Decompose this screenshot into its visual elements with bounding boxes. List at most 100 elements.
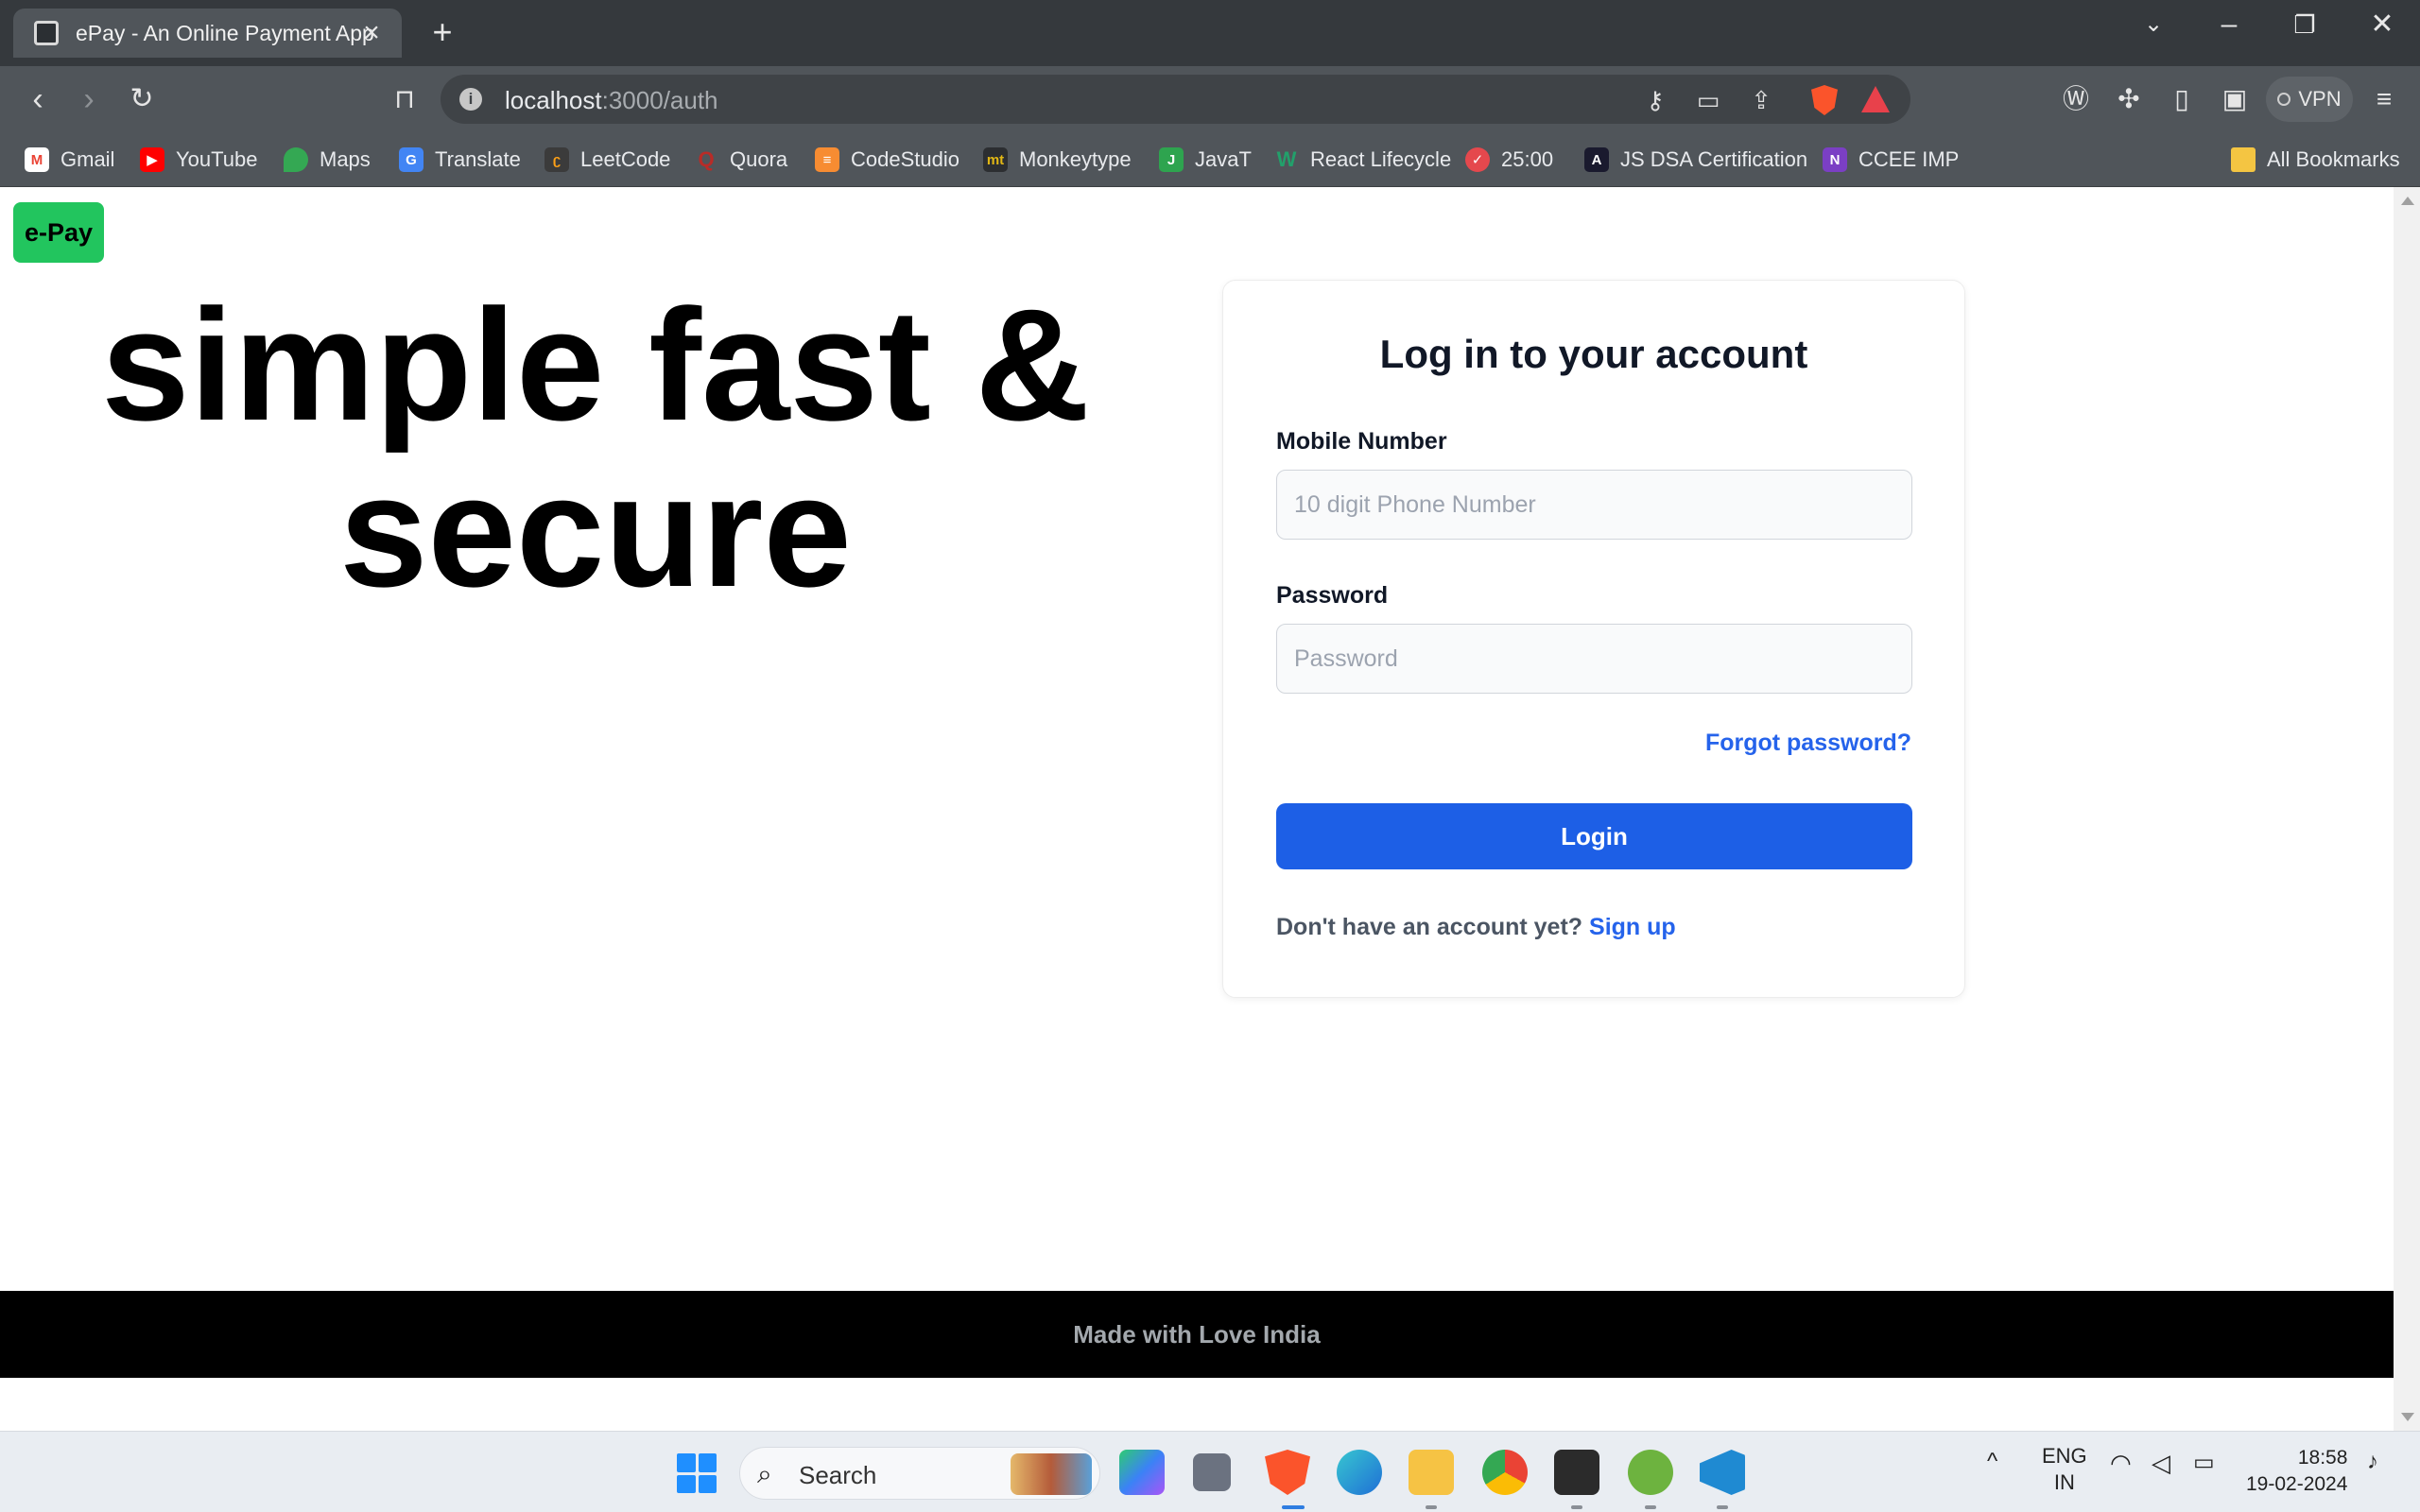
reload-icon[interactable]: ↻ bbox=[123, 82, 161, 116]
browser-toolbar: ‹ › ↻ ⊓ i localhost:3000/auth ⚷ ▭ ⇪ Ⓦ ✣ … bbox=[0, 66, 2420, 132]
bookmark-js-dsa[interactable]: A JS DSA Certification bbox=[1584, 144, 1807, 176]
bookmark-page-icon[interactable]: ⊓ bbox=[386, 82, 424, 116]
no-account-text: Don't have an account yet? bbox=[1276, 914, 1583, 940]
spring-tool-icon[interactable] bbox=[1628, 1450, 1673, 1495]
brave-browser-icon[interactable] bbox=[1265, 1450, 1310, 1495]
quora-icon: Q bbox=[698, 147, 715, 171]
vscode-running-indicator bbox=[1717, 1505, 1728, 1509]
windows-start-icon[interactable] bbox=[677, 1453, 717, 1493]
close-window-button[interactable]: ✕ bbox=[2354, 6, 2411, 43]
vpn-button[interactable]: VPN bbox=[2266, 77, 2353, 122]
bookmark-react-lifecycle[interactable]: W React Lifecycle bbox=[1274, 144, 1452, 176]
hero-line-2: secure bbox=[339, 442, 852, 620]
spring-running-indicator bbox=[1645, 1505, 1656, 1509]
bookmark-youtube[interactable]: ▶ YouTube bbox=[140, 144, 257, 176]
menu-hamburger-icon[interactable]: ≡ bbox=[2365, 82, 2403, 116]
bookmark-monkeytype[interactable]: mt Monkeytype bbox=[983, 144, 1132, 176]
hero-tagline: simple fast & secure bbox=[57, 282, 1134, 614]
taskbar-clock[interactable]: 18:58 19-02-2024 bbox=[2246, 1445, 2347, 1498]
gmail-icon: M bbox=[25, 147, 49, 172]
battery-icon[interactable]: ▭ bbox=[2193, 1449, 2215, 1476]
codestudio-icon: ≡ bbox=[815, 147, 839, 172]
language-code: ENG bbox=[2042, 1444, 2087, 1468]
address-bar[interactable]: i localhost:3000/auth ⚷ ▭ ⇪ bbox=[441, 75, 1910, 124]
page-viewport: e-Pay simple fast & secure Log in to you… bbox=[0, 187, 2394, 1431]
bookmark-quora[interactable]: Q Quora bbox=[694, 144, 787, 176]
bookmark-ccee-imp[interactable]: N CCEE IMP bbox=[1823, 144, 1959, 176]
signup-prompt: Don't have an account yet? Sign up bbox=[1276, 914, 1676, 941]
password-label: Password bbox=[1276, 582, 1389, 609]
search-icon: ⌕ bbox=[757, 1459, 772, 1488]
tab-title: ePay - An Online Payment App bbox=[76, 20, 374, 45]
login-card: Log in to your account Mobile Number Pas… bbox=[1222, 280, 1965, 998]
browser-tab-active[interactable]: ePay - An Online Payment App × bbox=[13, 9, 402, 58]
back-arrow-icon[interactable]: ‹ bbox=[19, 82, 57, 116]
brave-wallet-icon[interactable]: ▣ bbox=[2216, 82, 2254, 116]
login-button[interactable]: Login bbox=[1276, 803, 1912, 869]
monkeytype-icon: mt bbox=[983, 147, 1008, 172]
extensions-puzzle-icon[interactable]: ✣ bbox=[2110, 82, 2148, 116]
volume-icon[interactable]: ◁ bbox=[2152, 1449, 2170, 1478]
onenote-icon: N bbox=[1823, 147, 1847, 172]
folder-icon bbox=[2231, 147, 2256, 172]
hero-line-1: simple fast & bbox=[101, 276, 1090, 454]
copilot-icon[interactable] bbox=[1119, 1450, 1165, 1495]
signup-link[interactable]: Sign up bbox=[1589, 914, 1676, 940]
epay-logo[interactable]: e-Pay bbox=[13, 202, 104, 263]
show-hidden-icons-chevron-icon[interactable]: ^ bbox=[1987, 1449, 1997, 1475]
forward-arrow-icon[interactable]: › bbox=[70, 82, 108, 116]
site-info-icon[interactable]: i bbox=[459, 88, 482, 111]
translate-icon: G bbox=[399, 147, 424, 172]
wifi-icon[interactable]: ◠ bbox=[2110, 1449, 2132, 1478]
page-scrollbar[interactable] bbox=[2394, 187, 2420, 1431]
page-favicon-icon bbox=[34, 21, 59, 45]
brave-rewards-icon[interactable] bbox=[1861, 86, 1890, 112]
close-tab-icon[interactable]: × bbox=[354, 16, 389, 50]
share-icon[interactable]: ⇪ bbox=[1747, 86, 1775, 114]
pomodoro-check-icon: ✓ bbox=[1465, 147, 1490, 172]
vscode-icon[interactable] bbox=[1700, 1450, 1745, 1495]
all-bookmarks-button[interactable]: All Bookmarks bbox=[2231, 144, 2400, 176]
bookmark-translate[interactable]: G Translate bbox=[399, 144, 521, 176]
password-input[interactable] bbox=[1276, 624, 1912, 694]
terminal-running-indicator bbox=[1571, 1505, 1582, 1509]
bookmark-leetcode[interactable]: ʗ LeetCode bbox=[544, 144, 670, 176]
chrome-browser-icon[interactable] bbox=[1482, 1450, 1528, 1495]
wallet-extension-icon[interactable]: Ⓦ bbox=[2057, 82, 2095, 116]
bookmark-timer[interactable]: ✓ 25:00 bbox=[1465, 144, 1553, 176]
terminal-icon[interactable] bbox=[1554, 1450, 1599, 1495]
windows-taskbar: ⌕ Search ^ ENG IN ◠ ◁ ▭ 18:58 19-02-2024… bbox=[0, 1431, 2420, 1512]
notification-bell-icon[interactable]: ♪ bbox=[2367, 1449, 2378, 1475]
scroll-up-icon[interactable] bbox=[2401, 197, 2414, 205]
file-explorer-icon[interactable] bbox=[1409, 1450, 1454, 1495]
mobile-number-input[interactable] bbox=[1276, 470, 1912, 540]
task-view-icon[interactable] bbox=[1193, 1453, 1231, 1491]
password-key-icon[interactable]: ⚷ bbox=[1641, 86, 1669, 114]
language-indicator[interactable]: ENG IN bbox=[2042, 1443, 2087, 1496]
leetcode-icon: ʗ bbox=[544, 147, 569, 172]
page-footer: Made with Love India bbox=[0, 1291, 2394, 1378]
edge-browser-icon[interactable] bbox=[1337, 1450, 1382, 1495]
minimize-window-button[interactable]: – bbox=[2201, 6, 2257, 43]
new-tab-button[interactable]: + bbox=[424, 14, 461, 50]
url-text[interactable]: localhost:3000/auth bbox=[505, 86, 718, 115]
restore-window-button[interactable]: ❐ bbox=[2276, 6, 2333, 43]
taskbar-search[interactable]: ⌕ Search bbox=[739, 1447, 1100, 1500]
maps-pin-icon bbox=[284, 147, 308, 172]
bookmark-javat[interactable]: J JavaT bbox=[1159, 144, 1252, 176]
clock-date: 19-02-2024 bbox=[2246, 1473, 2348, 1495]
scroll-down-icon[interactable] bbox=[2401, 1413, 2414, 1421]
cast-icon[interactable]: ▭ bbox=[1694, 86, 1722, 114]
bookmark-maps[interactable]: Maps bbox=[284, 144, 371, 176]
bookmark-gmail[interactable]: M Gmail bbox=[25, 144, 114, 176]
bookmark-codestudio[interactable]: ≡ CodeStudio bbox=[815, 144, 959, 176]
sidebar-toggle-icon[interactable]: ▯ bbox=[2163, 82, 2201, 116]
brave-shields-icon[interactable] bbox=[1811, 85, 1838, 115]
region-code: IN bbox=[2053, 1470, 2075, 1494]
search-highlight-image bbox=[1011, 1453, 1092, 1495]
forgot-password-link[interactable]: Forgot password? bbox=[1705, 730, 1911, 757]
vpn-status-icon bbox=[2277, 93, 2291, 106]
explorer-running-indicator bbox=[1426, 1505, 1437, 1509]
bookmarks-bar: M Gmail ▶ YouTube Maps G Translate ʗ LeetCod… bbox=[0, 132, 2420, 187]
tab-search-chevron-icon[interactable]: ⌄ bbox=[2125, 6, 2182, 43]
